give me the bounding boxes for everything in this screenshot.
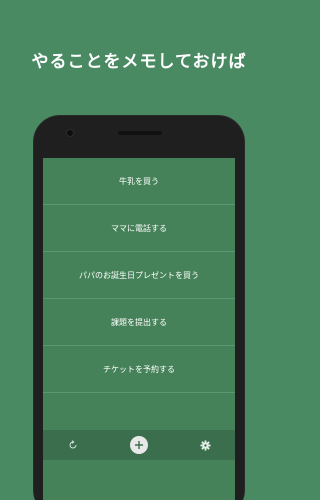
task-item[interactable]: パパのお誕生日プレゼントを買う [43, 252, 235, 299]
task-list: 牛乳を買う ママに電話する パパのお誕生日プレゼントを買う 課題を提出する チケ… [43, 158, 235, 393]
front-camera [67, 130, 73, 136]
task-item[interactable]: 牛乳を買う [43, 158, 235, 205]
promo-headline: やることをメモしておけば [31, 52, 247, 72]
task-label: ママに電話する [111, 223, 167, 233]
settings-button[interactable] [195, 430, 215, 460]
refresh-icon [69, 440, 77, 449]
task-item[interactable]: チケットを予約する [43, 346, 235, 393]
app-screen: 牛乳を買う ママに電話する パパのお誕生日プレゼントを買う 課題を提出する チケ… [43, 158, 235, 500]
task-item[interactable]: 課題を提出する [43, 299, 235, 346]
phone-frame: 牛乳を買う ママに電話する パパのお誕生日プレゼントを買う 課題を提出する チケ… [34, 116, 244, 500]
task-label: 牛乳を買う [119, 176, 159, 186]
task-label: 課題を提出する [111, 317, 167, 327]
plus-icon [130, 436, 148, 454]
task-label: パパのお誕生日プレゼントを買う [79, 270, 199, 280]
add-task-button[interactable] [128, 430, 150, 460]
bottom-toolbar [43, 430, 235, 460]
gear-icon [199, 439, 211, 451]
task-item[interactable]: ママに電話する [43, 205, 235, 252]
task-label: チケットを予約する [103, 364, 175, 374]
earpiece-speaker [118, 131, 162, 135]
refresh-button[interactable] [63, 430, 83, 460]
